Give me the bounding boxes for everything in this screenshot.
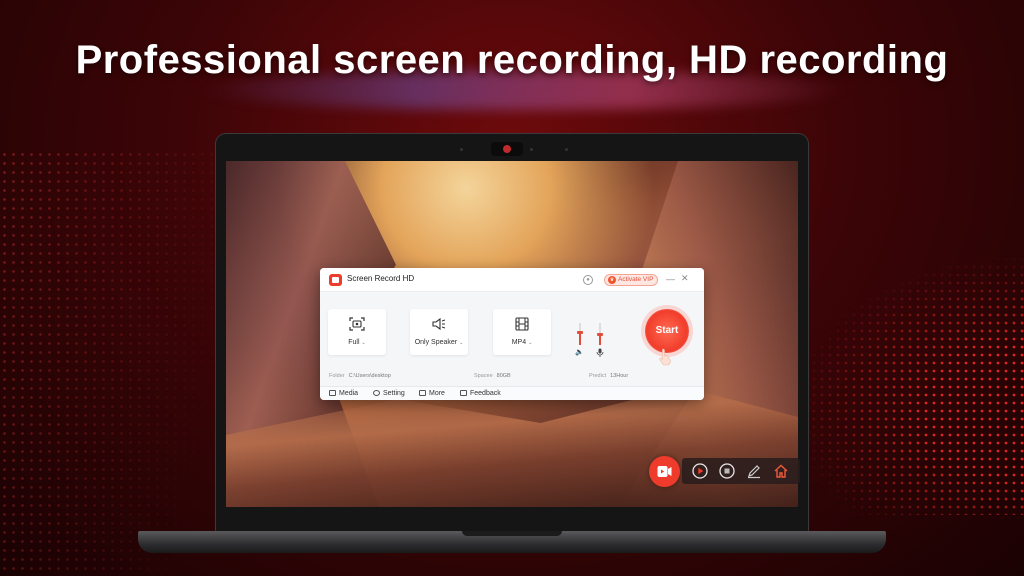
bottom-menu: Media Setting More Feedback (320, 386, 704, 400)
activate-vip-button[interactable]: ♛ Activate VIP (604, 274, 658, 286)
sensor-dot (565, 148, 568, 151)
start-label: Start (655, 325, 679, 336)
capture-area-selector[interactable]: Full ⌄ (328, 309, 386, 355)
microphone-icon (596, 348, 604, 357)
predict-label: Predict (589, 373, 607, 379)
record-icon (657, 466, 672, 477)
play-icon[interactable] (692, 463, 708, 479)
setting-button[interactable]: Setting (373, 390, 405, 397)
speaker-volume-icon: 🔈 (575, 349, 584, 356)
space-label: Spacee (474, 373, 493, 379)
app-title: Screen Record HD (347, 274, 415, 283)
pen-icon[interactable] (746, 463, 762, 479)
screen-record-window: Screen Record HD ● ♛ Activate VIP — ✕ Fu… (320, 268, 704, 400)
chevron-down-icon: ⌄ (528, 340, 533, 346)
folder-path[interactable]: C:\Users\desktop (349, 373, 391, 379)
mic-volume-slider[interactable] (597, 323, 603, 345)
more-button[interactable]: More (419, 390, 445, 397)
folder-info: Folder C:\Users\desktop (329, 373, 391, 379)
dot-pattern-right (794, 255, 1024, 515)
record-button[interactable] (649, 456, 680, 487)
speaker-icon (432, 317, 446, 331)
media-button[interactable]: Media (329, 390, 358, 397)
webcam-icon (503, 145, 511, 153)
speaker-volume-slider[interactable] (577, 323, 583, 345)
audio-source-selector[interactable]: Only Speaker ⌄ (410, 309, 468, 355)
audio-source-label: Only Speaker ⌄ (414, 339, 464, 346)
space-value: 80GB (496, 373, 511, 379)
gear-icon (373, 390, 380, 396)
home-icon[interactable] (773, 463, 789, 479)
crown-icon: ♛ (608, 276, 616, 284)
screen-capture-icon (349, 317, 365, 331)
slider-handle[interactable] (577, 331, 583, 334)
format-label: MP4 ⌄ (511, 339, 533, 346)
sensor-dot (460, 148, 463, 151)
format-selector[interactable]: MP4 ⌄ (493, 309, 551, 355)
title-bar: Screen Record HD ● ♛ Activate VIP — ✕ (320, 268, 704, 292)
speaker-volume-fill (579, 333, 581, 345)
activate-vip-label: Activate VIP (618, 276, 654, 283)
minimize-button[interactable]: — (666, 274, 675, 284)
mic-volume-fill (599, 335, 601, 345)
folder-icon (329, 390, 336, 396)
headline: Professional screen recording, HD record… (75, 38, 949, 82)
feedback-icon (460, 390, 467, 396)
space-info: Spacee 80GB (474, 373, 511, 379)
slider-handle[interactable] (597, 333, 603, 336)
chevron-down-icon: ⌄ (459, 340, 464, 346)
app-logo-icon (329, 274, 342, 286)
laptop-hinge-notch (462, 531, 562, 536)
folder-label: Folder (329, 373, 345, 379)
grid-icon (419, 390, 426, 396)
user-account-icon[interactable]: ● (583, 275, 593, 285)
film-icon (515, 317, 529, 331)
pointer-hand-icon (659, 348, 671, 366)
chevron-down-icon: ⌄ (361, 340, 366, 346)
predict-value: 13Hour (610, 373, 629, 379)
predict-info: Predict 13Hour (589, 373, 628, 379)
close-button[interactable]: ✕ (681, 273, 689, 284)
stop-icon[interactable] (719, 463, 735, 479)
sensor-dot (530, 148, 533, 151)
capture-area-label: Full ⌄ (348, 339, 366, 346)
feedback-button[interactable]: Feedback (460, 390, 501, 397)
